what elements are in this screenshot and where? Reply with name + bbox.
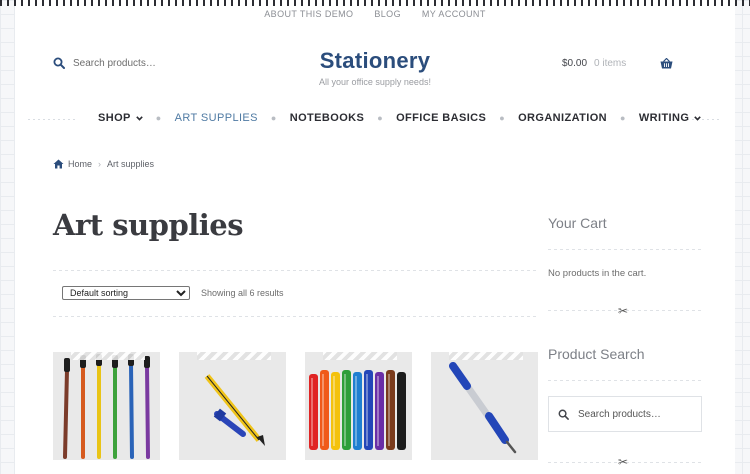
cart-item-count[interactable]: 0 items bbox=[594, 58, 626, 69]
sidebar-cart-title: Your Cart bbox=[548, 215, 607, 231]
breadcrumb-separator: › bbox=[98, 159, 102, 169]
nav-label-office-basics: OFFICE BASICS bbox=[396, 112, 487, 124]
nav-item-organization[interactable]: ORGANIZATION bbox=[518, 112, 607, 124]
divider bbox=[548, 249, 702, 250]
nav-item-notebooks[interactable]: NOTEBOOKS bbox=[290, 112, 365, 124]
primary-navigation: SHOP ● ART SUPPLIES ● NOTEBOOKS ● OFFICE… bbox=[98, 112, 702, 124]
product-image-colored-markers[interactable] bbox=[305, 352, 412, 460]
nav-label-shop: SHOP bbox=[98, 112, 131, 124]
nav-divider-left bbox=[28, 119, 78, 120]
nav-item-art-supplies[interactable]: ART SUPPLIES bbox=[175, 112, 258, 124]
page-title: Art supplies bbox=[53, 208, 244, 242]
product-image-pencil-and-pen[interactable] bbox=[179, 352, 286, 460]
nav-label-organization: ORGANIZATION bbox=[518, 112, 608, 124]
sidebar-search-title: Product Search bbox=[548, 346, 645, 362]
nav-item-shop[interactable]: SHOP bbox=[98, 112, 143, 124]
top-link-blog[interactable]: BLOG bbox=[374, 9, 401, 19]
nav-separator: ● bbox=[155, 113, 162, 123]
nav-separator: ● bbox=[620, 113, 626, 123]
nav-separator: ● bbox=[377, 113, 384, 123]
nav-item-writing[interactable]: WRITING bbox=[638, 112, 702, 124]
product-image-ballpoint-pen[interactable] bbox=[431, 352, 538, 460]
nav-separator: ● bbox=[499, 113, 506, 123]
basket-icon[interactable] bbox=[660, 58, 673, 69]
nav-label-notebooks: NOTEBOOKS bbox=[289, 112, 365, 124]
decorative-tape bbox=[71, 352, 145, 360]
sidebar-search-input[interactable]: Search products… bbox=[578, 409, 661, 420]
sorting-select[interactable]: Default sorting bbox=[62, 286, 190, 300]
breadcrumb-home[interactable]: Home bbox=[68, 159, 92, 169]
chevron-down-icon bbox=[136, 115, 143, 121]
pencil-and-pen-illustration bbox=[204, 374, 265, 446]
top-link-account[interactable]: MY ACCOUNT bbox=[422, 9, 486, 19]
decorative-tape bbox=[197, 352, 271, 360]
nav-label-art-supplies: ART SUPPLIES bbox=[174, 112, 258, 124]
divider bbox=[53, 316, 537, 317]
decorative-tape bbox=[323, 352, 397, 360]
breadcrumb-current: Art supplies bbox=[107, 159, 155, 169]
decorative-tape bbox=[449, 352, 523, 360]
nav-item-office-basics[interactable]: OFFICE BASICS bbox=[396, 112, 486, 124]
nav-separator: ● bbox=[270, 113, 277, 123]
sidebar-search-field[interactable]: Search products… bbox=[548, 396, 702, 432]
sidebar-cart-empty: No products in the cart. bbox=[548, 268, 647, 279]
top-links: ABOUT THIS DEMO BLOG MY ACCOUNT bbox=[0, 9, 750, 19]
nav-label-writing: WRITING bbox=[638, 112, 690, 124]
product-image-paint-brushes[interactable] bbox=[53, 352, 160, 460]
chevron-down-icon bbox=[694, 115, 702, 121]
divider bbox=[548, 380, 702, 381]
divider bbox=[53, 270, 537, 271]
paint-brushes-illustration bbox=[63, 354, 150, 459]
breadcrumb: Home › Art supplies bbox=[53, 159, 154, 169]
ballpoint-pen-illustration bbox=[449, 362, 517, 454]
header-cart[interactable]: $0.00 0 items bbox=[562, 58, 673, 69]
colored-markers-illustration bbox=[309, 370, 406, 450]
site-tagline: All your office supply needs! bbox=[319, 77, 431, 87]
search-icon bbox=[558, 409, 569, 420]
decorative-stitch-border bbox=[0, 0, 750, 6]
home-icon[interactable] bbox=[53, 159, 64, 169]
scissors-icon: ✂ bbox=[618, 455, 629, 469]
scissors-icon: ✂ bbox=[618, 304, 629, 318]
result-count: Showing all 6 results bbox=[201, 288, 284, 298]
top-link-about[interactable]: ABOUT THIS DEMO bbox=[264, 9, 353, 19]
cart-total[interactable]: $0.00 bbox=[562, 58, 587, 69]
